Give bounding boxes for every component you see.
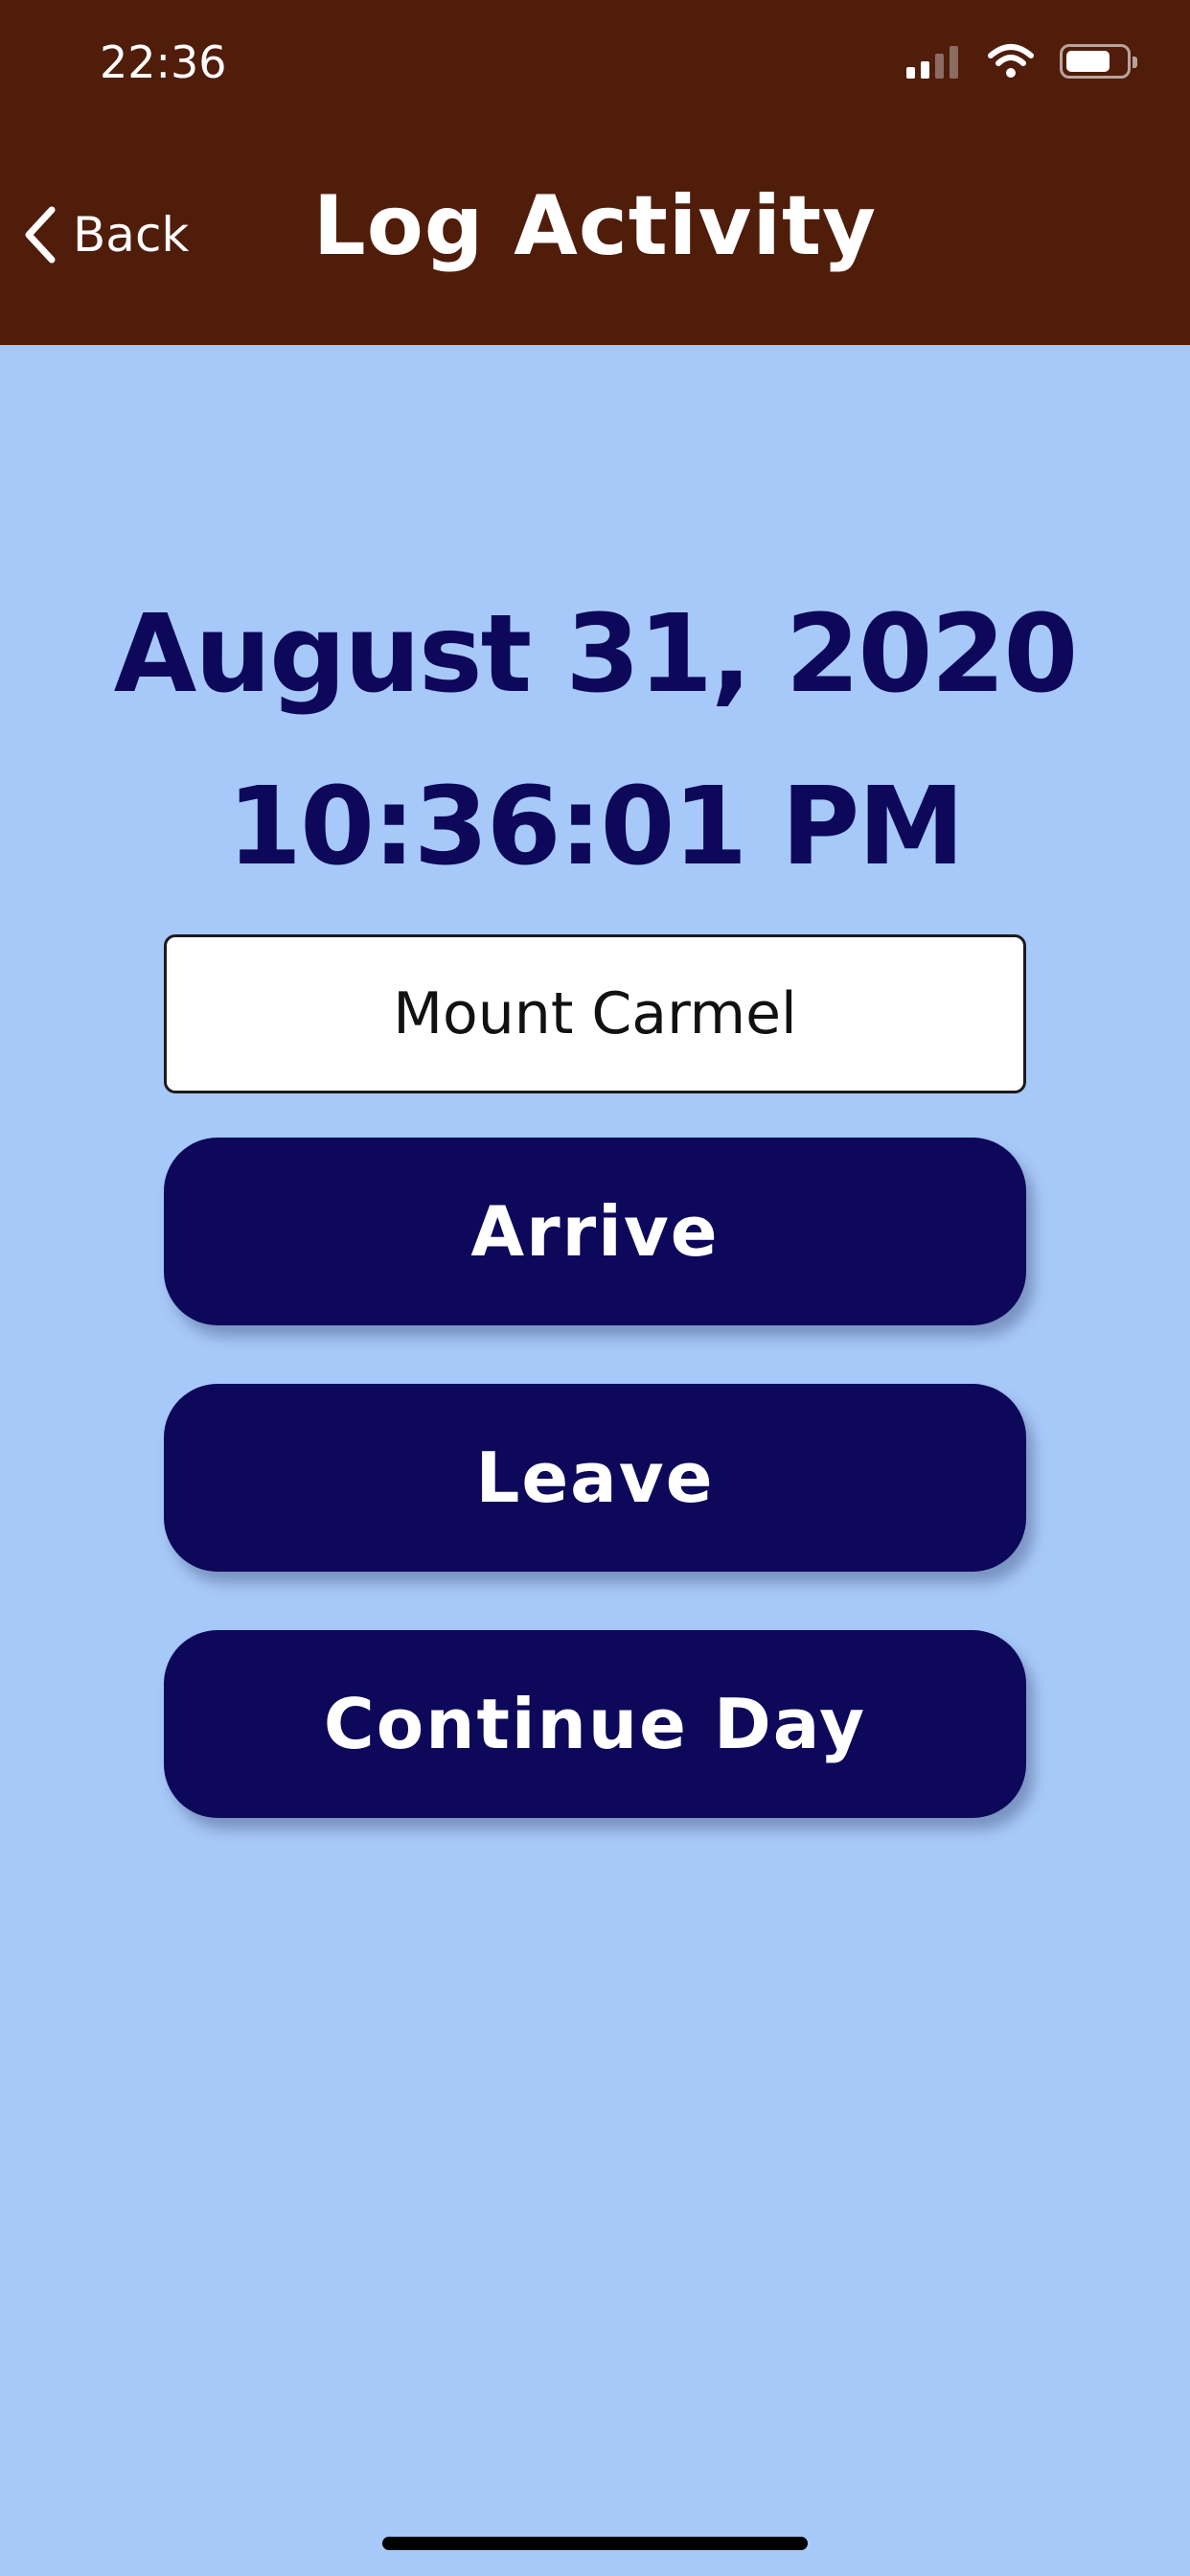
status-bar-time: 22:36 xyxy=(100,36,227,88)
battery-level-fill xyxy=(1066,51,1110,72)
current-date: August 31, 2020 xyxy=(113,592,1079,717)
arrive-button[interactable]: Arrive xyxy=(164,1138,1026,1325)
leave-button[interactable]: Leave xyxy=(164,1384,1026,1572)
wifi-icon xyxy=(988,44,1034,78)
navigation-header: 22:36 Back Log Activity xyxy=(0,0,1190,345)
status-bar-icons xyxy=(906,42,1137,80)
current-time: 10:36:01 PM xyxy=(227,765,965,889)
location-input[interactable] xyxy=(164,934,1026,1093)
page-title: Log Activity xyxy=(312,178,878,274)
continue-day-button[interactable]: Continue Day xyxy=(164,1630,1026,1818)
battery-icon xyxy=(1060,44,1137,79)
home-indicator[interactable] xyxy=(382,2537,808,2550)
cellular-signal-icon xyxy=(906,44,958,79)
